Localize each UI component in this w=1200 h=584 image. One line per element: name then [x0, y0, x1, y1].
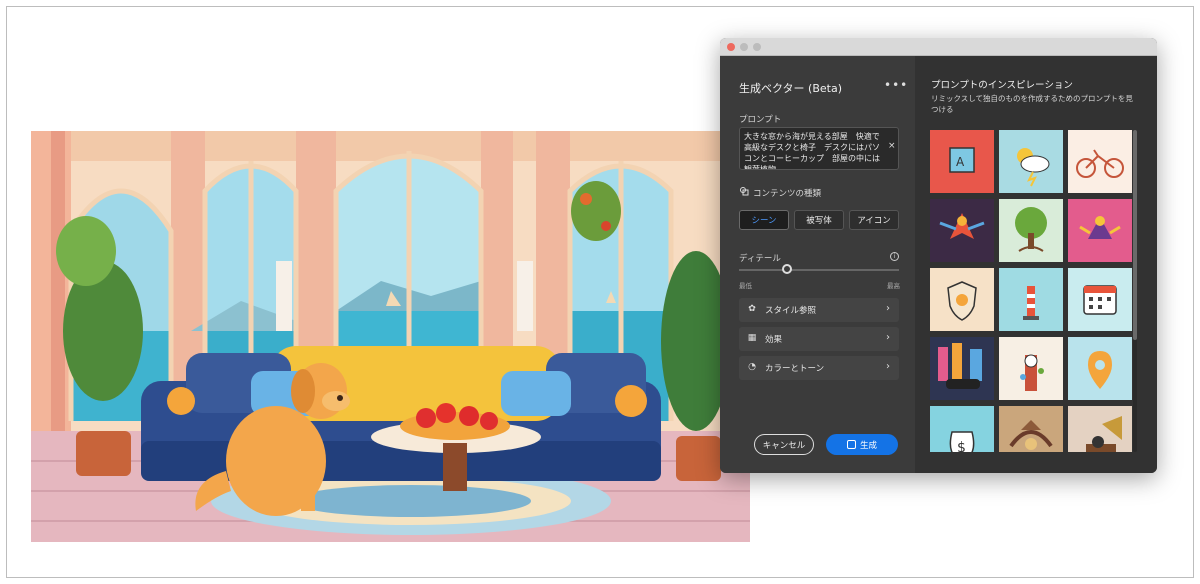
color-tone-icon: ◔	[748, 362, 756, 372]
chevron-right-icon: ›	[886, 303, 890, 314]
weather-icon	[999, 130, 1063, 193]
more-options-button[interactable]: •••	[884, 78, 908, 92]
effects-row[interactable]: ▦ 効果 ›	[739, 327, 899, 351]
inspiration-tile[interactable]	[930, 337, 994, 400]
inspiration-tile[interactable]	[930, 268, 994, 331]
chevron-right-icon: ›	[886, 332, 890, 343]
shield-icon	[930, 268, 994, 331]
prompt-label: プロンプト	[739, 115, 782, 125]
detail-min-label: 最低	[739, 282, 752, 290]
detail-label: ディテール	[739, 254, 781, 264]
inspiration-tile[interactable]	[999, 130, 1063, 193]
inspiration-tile[interactable]	[1068, 337, 1132, 400]
generate-icon	[846, 440, 856, 449]
cancel-button[interactable]: キャンセル	[754, 434, 814, 455]
detail-max-label: 最高	[887, 282, 900, 290]
inspiration-title: プロンプトのインスピレーション	[931, 80, 1073, 91]
generate-label: 生成	[859, 440, 877, 451]
svg-text:$: $	[957, 440, 966, 452]
window-titlebar[interactable]	[720, 38, 1157, 56]
color-tone-label: カラーとトーン	[765, 364, 825, 374]
effects-icon: ▦	[747, 333, 757, 343]
content-type-subject-button[interactable]: 被写体	[794, 210, 844, 230]
detail-slider-track[interactable]	[739, 269, 899, 271]
tree-illustration	[999, 199, 1063, 262]
gramophone-illustration	[1068, 406, 1132, 452]
inspiration-tile[interactable]	[999, 268, 1063, 331]
style-reference-icon: ✿	[748, 304, 756, 314]
artboard-illustration[interactable]	[31, 131, 750, 542]
content-type-label: コンテンツの種類	[753, 189, 822, 199]
living-room-scene	[31, 131, 750, 542]
phoenix-illustration	[930, 199, 994, 262]
inspiration-tile[interactable]	[999, 199, 1063, 262]
inspiration-tile[interactable]	[999, 337, 1063, 400]
inspiration-tile[interactable]	[1068, 268, 1132, 331]
info-icon[interactable]: i	[890, 252, 899, 261]
inspiration-grid: A $	[930, 130, 1132, 452]
dragon-illustration	[1068, 199, 1132, 262]
toy-block-icon: A	[930, 130, 994, 193]
dragon-map-illustration	[999, 406, 1063, 452]
inspiration-tile[interactable]	[1068, 406, 1132, 452]
inspiration-tile[interactable]: A	[930, 130, 994, 193]
city-car-illustration	[930, 337, 994, 400]
inspiration-scrollbar-thumb[interactable]	[1133, 130, 1137, 340]
inspiration-tile[interactable]: $	[930, 406, 994, 452]
style-reference-row[interactable]: ✿ スタイル参照 ›	[739, 298, 899, 322]
clear-prompt-button[interactable]: ×	[888, 141, 896, 151]
money-bag-icon: $	[930, 406, 994, 452]
inspiration-tile[interactable]	[1068, 199, 1132, 262]
calendar-icon	[1068, 268, 1132, 331]
minimize-window-button[interactable]	[740, 43, 748, 51]
inspiration-tile[interactable]	[999, 406, 1063, 452]
zoom-window-button[interactable]	[753, 43, 761, 51]
svg-text:A: A	[956, 155, 965, 169]
lighthouse-icon	[999, 268, 1063, 331]
bicycle-icon	[1068, 130, 1132, 193]
generate-button[interactable]: 生成	[826, 434, 898, 455]
location-pin-icon	[1068, 337, 1132, 400]
inspiration-tile[interactable]	[930, 199, 994, 262]
inspiration-tile[interactable]	[1068, 130, 1132, 193]
panel-title: 生成ベクター (Beta)	[739, 82, 843, 95]
prompt-input[interactable]: 大きな窓から海が見える部屋 快適で高級なデスクと椅子 デスクにはパソコンとコーヒ…	[739, 127, 899, 170]
clock-tower-illustration	[999, 337, 1063, 400]
chevron-right-icon: ›	[886, 361, 890, 372]
effects-label: 効果	[765, 335, 783, 345]
inspiration-panel: プロンプトのインスピレーション リミックスして独自のものを作成するためのプロンプ…	[915, 56, 1157, 473]
generate-vector-window: 生成ベクター (Beta) ••• プロンプト 大きな窓から海が見える部屋 快適…	[720, 38, 1157, 473]
content-type-scene-button[interactable]: シーン	[739, 210, 789, 230]
content-type-icon-button[interactable]: アイコン	[849, 210, 899, 230]
style-reference-label: スタイル参照	[765, 306, 817, 316]
content-type-icon	[740, 187, 749, 196]
settings-panel: 生成ベクター (Beta) ••• プロンプト 大きな窓から海が見える部屋 快適…	[720, 56, 915, 473]
inspiration-subtitle: リミックスして独自のものを作成するためのプロンプトを見つける	[931, 94, 1133, 114]
detail-slider-thumb[interactable]	[782, 264, 792, 274]
color-tone-row[interactable]: ◔ カラーとトーン ›	[739, 356, 899, 380]
close-window-button[interactable]	[727, 43, 735, 51]
